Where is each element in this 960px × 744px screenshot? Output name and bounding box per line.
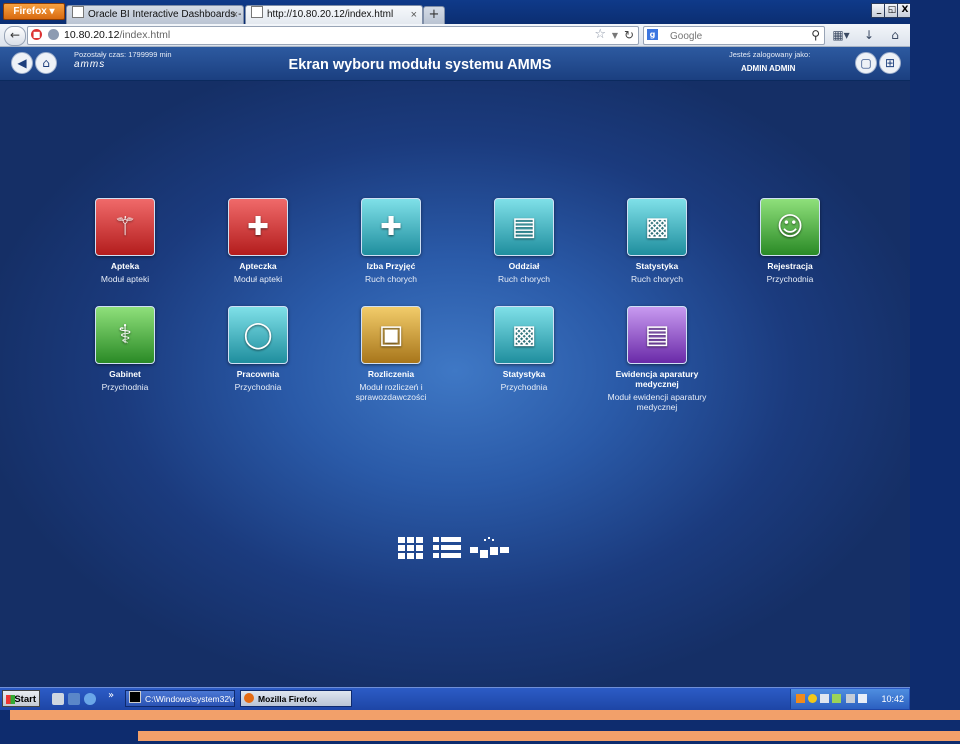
tree-view-icon[interactable] xyxy=(470,537,510,559)
firefox-menu-button[interactable]: Firefox ▾ xyxy=(3,3,65,20)
history-dropdown-icon[interactable]: ▼ xyxy=(612,28,618,44)
tab-index[interactable]: http://10.80.20.12/index.html × xyxy=(245,5,423,25)
taskbar-item-firefox[interactable]: Mozilla Firefox xyxy=(240,690,352,707)
app-header: ◀ ⌂ Pozostały czas: 1799999 min amms Ekr… xyxy=(0,47,910,81)
bookmark-star-icon[interactable]: ☆ xyxy=(594,27,606,43)
cube-icon[interactable]: ▢ xyxy=(855,52,877,74)
bar-chart-icon[interactable]: ▩ xyxy=(627,198,687,256)
tab-label: Oracle BI Interactive Dashboards - Ogóln… xyxy=(88,9,243,20)
orange-stripe xyxy=(10,710,960,720)
server-manager-icon[interactable] xyxy=(52,693,64,705)
orange-stripe xyxy=(138,731,960,741)
bar-chart-icon[interactable]: ▩ xyxy=(494,306,554,364)
url-text[interactable]: 10.80.20.12/index.html xyxy=(64,28,170,43)
powershell-icon[interactable] xyxy=(68,693,80,705)
grid-view-icon[interactable] xyxy=(398,537,424,559)
page-title: Ekran wyboru modułu systemu AMMS xyxy=(288,57,552,73)
module-izba-przyjec[interactable]: ✚ Izba Przyjęć Ruch chorych xyxy=(331,198,451,284)
hospital-bed-icon[interactable]: ▤ xyxy=(494,198,554,256)
first-aid-kit-icon[interactable]: ✚ xyxy=(228,198,288,256)
module-rozliczenia[interactable]: ▣ Rozliczenia Moduł rozliczeń i sprawozd… xyxy=(331,306,451,402)
clock[interactable]: 10:42 xyxy=(881,689,904,709)
module-ewidencja-aparatury[interactable]: ▤ Ewidencja aparatury medycznej Moduł ew… xyxy=(597,306,717,412)
reception-desk-icon[interactable]: ✚ xyxy=(361,198,421,256)
taskbar-item-cmd[interactable]: C:\Windows\system32\c... xyxy=(125,690,235,707)
money-icon[interactable]: ▣ xyxy=(361,306,421,364)
module-statystyka-ruch[interactable]: ▩ Statystyka Ruch chorych xyxy=(597,198,717,284)
home-icon[interactable]: ⌂ xyxy=(888,27,902,43)
browser-window: Firefox ▾ Oracle BI Interactive Dashboar… xyxy=(0,0,910,710)
site-identity-icon[interactable]: ■ xyxy=(31,29,42,40)
module-oddzial[interactable]: ▤ Oddział Ruch chorych xyxy=(464,198,584,284)
page-icon xyxy=(72,6,84,18)
volume-icon[interactable] xyxy=(858,694,867,703)
ie-icon[interactable] xyxy=(84,693,96,705)
registration-icon[interactable]: ☺ xyxy=(760,198,820,256)
pharmacy-icon[interactable]: ⚚ xyxy=(95,198,155,256)
search-input[interactable] xyxy=(668,28,802,45)
module-pracownia[interactable]: ◯ Pracownia Przychodnia xyxy=(198,306,318,392)
start-button[interactable]: Start xyxy=(2,690,40,707)
close-window-button[interactable]: X xyxy=(897,3,910,18)
back-button[interactable]: ← xyxy=(4,26,26,46)
tray-app-icon[interactable] xyxy=(796,694,805,703)
google-icon[interactable]: g xyxy=(647,29,658,40)
network-icon[interactable] xyxy=(832,694,841,703)
globe-icon xyxy=(48,29,59,40)
tray-app-icon[interactable] xyxy=(808,694,817,703)
firefox-icon xyxy=(244,693,254,703)
navigation-bar: ← ■ 10.80.20.12/index.html ☆ ▼ ↻ g ⚲ ▦▾ … xyxy=(0,24,910,47)
taskbar: Start » C:\Windows\system32\c... Mozilla… xyxy=(0,687,910,710)
reload-icon[interactable]: ↻ xyxy=(624,27,634,43)
new-tab-button[interactable]: + xyxy=(423,6,445,25)
tab-label: http://10.80.20.12/index.html xyxy=(267,9,394,20)
close-tab-icon[interactable]: × xyxy=(232,6,238,24)
cmd-icon xyxy=(129,691,141,703)
bookmarks-icon[interactable]: ▦▾ xyxy=(830,27,852,43)
close-tab-icon[interactable]: × xyxy=(411,6,417,24)
search-box[interactable]: g ⚲ xyxy=(643,26,825,45)
module-statystyka-przychodnia[interactable]: ▩ Statystyka Przychodnia xyxy=(464,306,584,392)
module-gabinet[interactable]: ⚕ Gabinet Przychodnia xyxy=(65,306,185,392)
doctor-icon[interactable]: ⚕ xyxy=(95,306,155,364)
quick-launch-chevron[interactable]: » xyxy=(108,690,114,701)
module-rejestracja[interactable]: ☺ Rejestracja Przychodnia xyxy=(730,198,850,284)
medical-device-icon[interactable]: ▤ xyxy=(627,306,687,364)
logged-in-label: Jesteś zalogowany jako: xyxy=(729,50,811,59)
download-icon[interactable]: ↓ xyxy=(862,27,876,43)
module-apteka[interactable]: ⚚ Apteka Moduł apteki xyxy=(65,198,185,284)
tray-app-icon[interactable] xyxy=(820,694,829,703)
tab-oracle-bi[interactable]: Oracle BI Interactive Dashboards - Ogóln… xyxy=(66,5,244,25)
lab-scanner-icon[interactable]: ◯ xyxy=(228,306,288,364)
flag-icon[interactable] xyxy=(846,694,855,703)
list-view-icon[interactable] xyxy=(433,537,461,559)
search-icon[interactable]: ⚲ xyxy=(811,27,820,43)
system-tray: 10:42 xyxy=(790,689,909,709)
module-apteczka[interactable]: ✚ Apteczka Moduł apteki xyxy=(198,198,318,284)
user-name: ADMIN ADMIN xyxy=(741,64,796,73)
windows-grid-icon[interactable]: ⊞ xyxy=(879,52,901,74)
url-bar[interactable]: ■ 10.80.20.12/index.html ☆ ▼ ↻ xyxy=(27,26,639,45)
tab-bar: Firefox ▾ Oracle BI Interactive Dashboar… xyxy=(0,0,910,25)
windows-logo-icon xyxy=(6,695,15,704)
page-icon xyxy=(251,6,263,18)
module-selection-area: ⚚ Apteka Moduł apteki ✚ Apteczka Moduł a… xyxy=(0,81,910,687)
